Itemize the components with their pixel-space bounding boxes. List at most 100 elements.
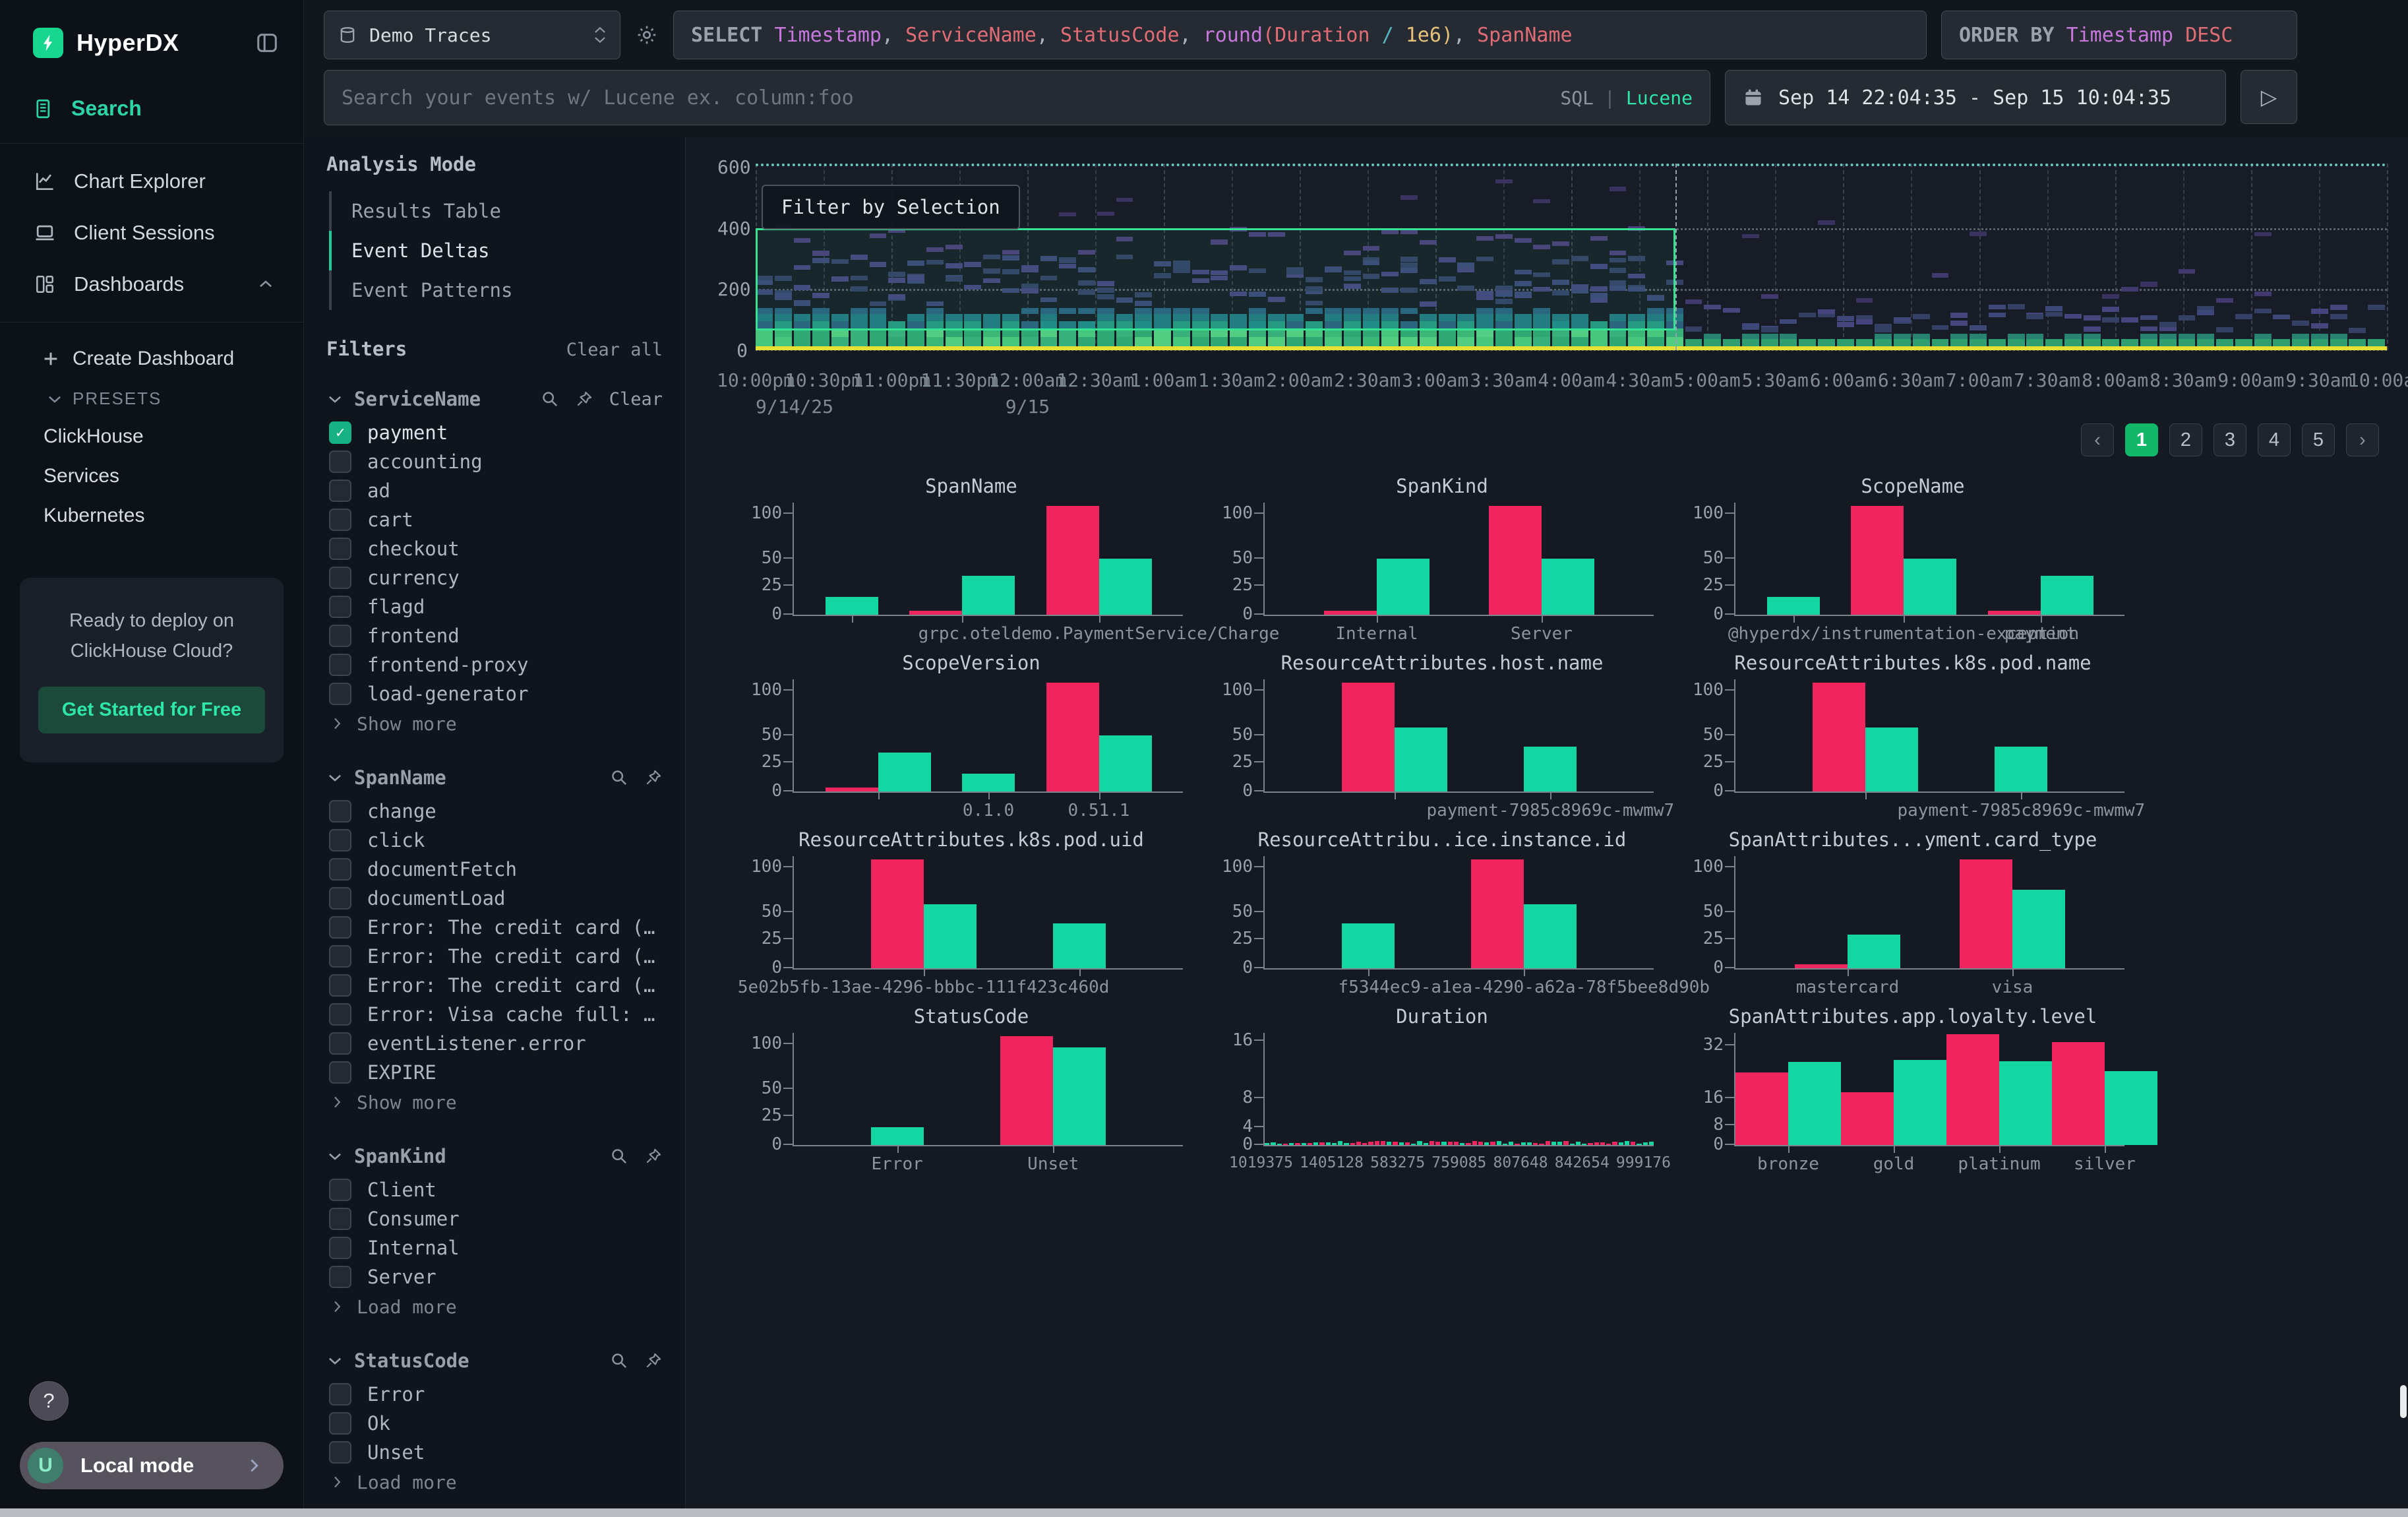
filter-option[interactable]: Ok <box>326 1409 663 1438</box>
filter-option[interactable]: eventListener.error <box>326 1029 663 1058</box>
pagination-page-5[interactable]: 5 <box>2302 423 2335 456</box>
select-clause-input[interactable]: SELECT Timestamp, ServiceName, StatusCod… <box>673 11 1927 59</box>
bar-outlier[interactable] <box>1099 559 1152 615</box>
presets-toggle[interactable]: PRESETS <box>0 379 303 417</box>
checkbox[interactable] <box>329 1179 351 1201</box>
filter-option[interactable]: load-generator <box>326 679 663 708</box>
checkbox[interactable] <box>329 1266 351 1288</box>
pin-icon[interactable] <box>575 390 593 408</box>
preset-dashboard-services[interactable]: Services <box>0 456 303 496</box>
bar-inlier[interactable] <box>1841 1092 1894 1145</box>
checkbox[interactable] <box>329 887 351 910</box>
filter-option[interactable]: Consumer <box>326 1204 663 1233</box>
lucene-toggle[interactable]: Lucene <box>1626 87 1693 109</box>
search-icon[interactable] <box>610 1147 628 1165</box>
checkbox[interactable] <box>329 538 351 560</box>
checkbox[interactable] <box>329 654 351 676</box>
filter-option[interactable]: accounting <box>326 447 663 476</box>
bar-outlier[interactable] <box>1342 923 1395 968</box>
checkbox[interactable]: ✓ <box>329 421 351 444</box>
checkbox[interactable] <box>329 596 351 618</box>
checkbox[interactable] <box>329 1441 351 1464</box>
filter-option[interactable]: EXPIRE <box>326 1058 663 1087</box>
sidebar-item-chart-explorer[interactable]: Chart Explorer <box>0 156 303 207</box>
local-mode-menu[interactable]: U Local mode <box>20 1442 284 1489</box>
checkbox[interactable] <box>329 567 351 589</box>
bar-outlier[interactable] <box>962 576 1015 615</box>
bar-inlier[interactable] <box>1046 506 1099 615</box>
filter-group-header[interactable]: ServiceNameClear <box>326 388 663 410</box>
filter-group-header[interactable]: SpanName <box>326 766 663 789</box>
checkbox[interactable] <box>329 1032 351 1055</box>
pagination-page-2[interactable]: 2 <box>2169 423 2202 456</box>
bar-inlier[interactable] <box>1813 683 1865 791</box>
bar-outlier[interactable] <box>924 904 977 968</box>
checkbox[interactable] <box>329 625 351 647</box>
bar-inlier[interactable] <box>1988 611 2041 615</box>
selection-rectangle[interactable] <box>756 228 1675 330</box>
filter-option[interactable]: Error <box>326 1380 663 1409</box>
filter-option[interactable]: checkout <box>326 534 663 563</box>
pagination-prev-button[interactable]: ‹ <box>2081 423 2114 456</box>
bar-inlier[interactable] <box>1851 506 1904 615</box>
clear-filter-button[interactable]: Clear <box>609 389 663 410</box>
search-icon[interactable] <box>610 768 628 787</box>
sql-toggle[interactable]: SQL <box>1560 87 1594 109</box>
filter-option[interactable]: click <box>326 826 663 855</box>
filter-option[interactable]: Error: The credit card (… <box>326 942 663 971</box>
filter-option[interactable]: ✓payment <box>326 418 663 447</box>
checkbox[interactable] <box>329 480 351 502</box>
run-query-button[interactable]: ▷ <box>2241 70 2297 124</box>
checkbox[interactable] <box>329 1003 351 1026</box>
bar-inlier[interactable] <box>1046 683 1099 791</box>
preset-dashboard-kubernetes[interactable]: Kubernetes <box>0 496 303 536</box>
filter-option[interactable]: frontend <box>326 621 663 650</box>
checkbox[interactable] <box>329 1237 351 1259</box>
filter-group-header[interactable]: SpanKind <box>326 1145 663 1167</box>
show-more-button[interactable]: Load more <box>326 1291 663 1322</box>
filter-option[interactable]: Server <box>326 1262 663 1291</box>
checkbox[interactable] <box>329 450 351 473</box>
bar-inlier[interactable] <box>2052 1042 2105 1145</box>
filter-by-selection-button[interactable]: Filter by Selection <box>762 185 1020 230</box>
bar-inlier[interactable] <box>1946 1034 1999 1145</box>
checkbox[interactable] <box>329 858 351 881</box>
filter-option[interactable]: currency <box>326 563 663 592</box>
bar-inlier[interactable] <box>1960 859 2012 968</box>
pagination-page-3[interactable]: 3 <box>2213 423 2246 456</box>
horizontal-scrollbar[interactable] <box>0 1508 2408 1517</box>
search-icon[interactable] <box>541 390 559 408</box>
collapse-sidebar-icon[interactable] <box>255 30 280 55</box>
filter-option[interactable]: Error: The credit card (… <box>326 971 663 1000</box>
vertical-scrollbar-thumb[interactable] <box>2400 1385 2407 1418</box>
bar-outlier[interactable] <box>1053 923 1106 968</box>
bar-outlier[interactable] <box>826 597 878 615</box>
get-started-button[interactable]: Get Started for Free <box>38 687 265 733</box>
filter-option[interactable]: Internal <box>326 1233 663 1262</box>
preset-dashboard-clickhouse[interactable]: ClickHouse <box>0 417 303 456</box>
search-input[interactable] <box>324 86 1710 109</box>
date-range-picker[interactable]: Sep 14 22:04:35 - Sep 15 10:04:35 <box>1725 70 2226 125</box>
pagination-page-1[interactable]: 1 <box>2125 423 2158 456</box>
filter-option[interactable]: Error: The credit card (… <box>326 913 663 942</box>
checkbox[interactable] <box>329 683 351 705</box>
bar-inlier[interactable] <box>1471 859 1524 968</box>
pin-icon[interactable] <box>644 1351 663 1370</box>
filter-option[interactable]: documentLoad <box>326 884 663 913</box>
sidebar-item-client-sessions[interactable]: Client Sessions <box>0 207 303 259</box>
bar-outlier[interactable] <box>1788 1062 1841 1145</box>
source-select[interactable]: Demo Traces <box>324 11 620 59</box>
checkbox[interactable] <box>329 1061 351 1084</box>
filter-option[interactable]: frontend-proxy <box>326 650 663 679</box>
bar-outlier[interactable] <box>1524 747 1577 791</box>
checkbox[interactable] <box>329 1412 351 1435</box>
filter-option[interactable]: cart <box>326 505 663 534</box>
filter-option[interactable]: ad <box>326 476 663 505</box>
bar-outlier[interactable] <box>1865 728 1918 791</box>
sidebar-item-dashboards[interactable]: Dashboards <box>0 259 303 310</box>
bar-outlier[interactable] <box>1542 559 1594 615</box>
bar-outlier[interactable] <box>871 1127 924 1145</box>
bar-outlier[interactable] <box>1894 1060 1946 1145</box>
bar-outlier[interactable] <box>2041 576 2093 615</box>
bar-inlier[interactable] <box>826 788 878 791</box>
